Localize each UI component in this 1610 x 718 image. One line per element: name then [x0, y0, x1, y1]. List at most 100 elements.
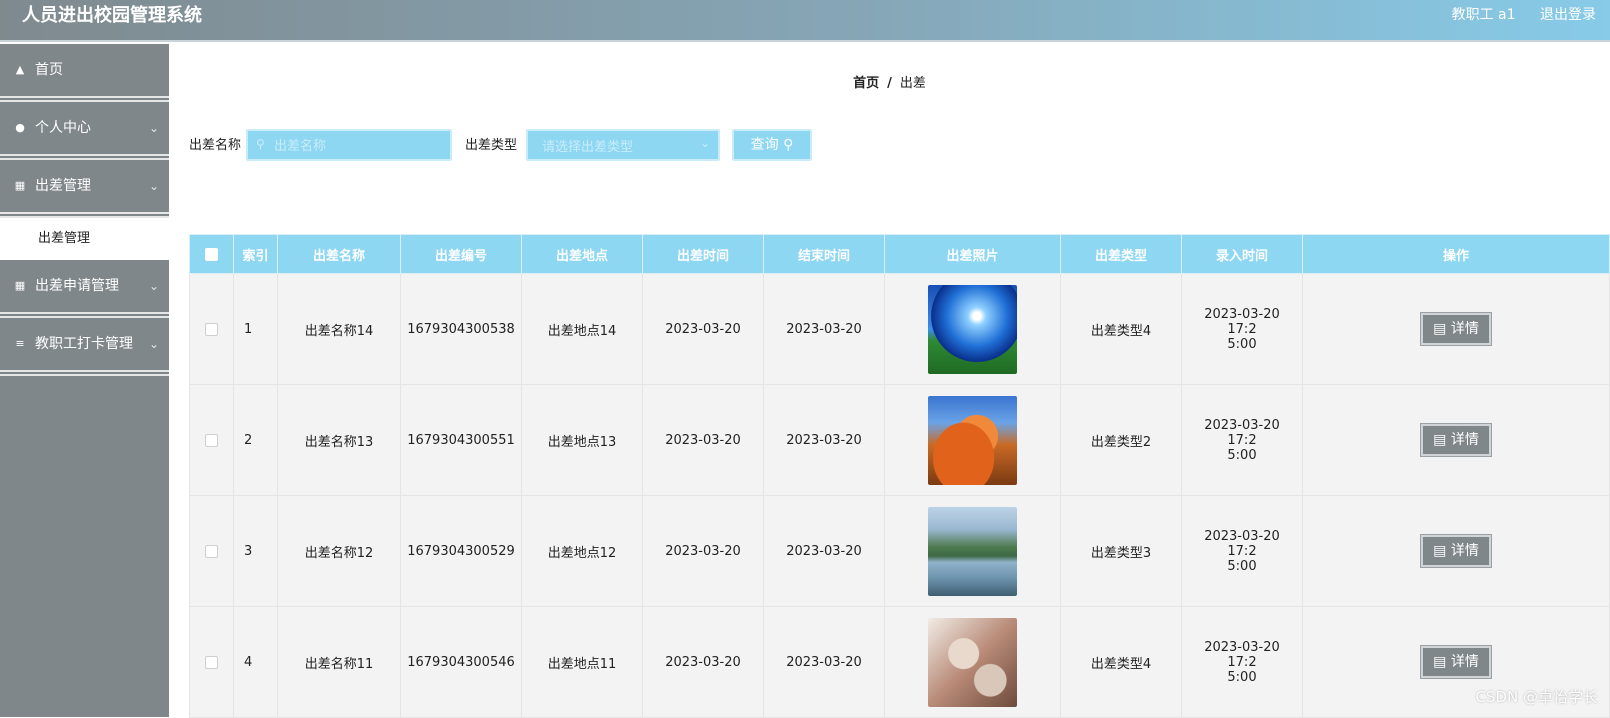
index-cell: 4 — [233, 606, 278, 718]
sidebar-item-trip-management[interactable]: ▦ 出差管理 ⌄ — [0, 160, 169, 218]
trip-type-select[interactable]: 请选择出差类型 ⌄ — [526, 129, 720, 161]
place-cell: 出差地点12 — [521, 495, 643, 607]
trip-photo[interactable] — [928, 506, 1017, 596]
current-user-label[interactable]: 教职工 a1 — [1452, 7, 1516, 23]
sidebar-item-trip-application[interactable]: ▦ 出差申请管理 ⌄ — [0, 260, 169, 318]
select-all-checkbox[interactable] — [205, 247, 218, 261]
table-row: 1 出差名称14 1679304300538 出差地点14 2023-03-20… — [189, 273, 1610, 385]
row-checkbox[interactable] — [205, 322, 218, 336]
document-icon: ▤ — [1433, 321, 1447, 337]
document-icon: ▤ — [1433, 432, 1447, 448]
column-header: 出差编号 — [400, 234, 522, 274]
table-row: 2 出差名称13 1679304300551 出差地点13 2023-03-20… — [189, 384, 1610, 496]
type-cell: 出差类型4 — [1060, 273, 1182, 385]
document-icon: ▤ — [1433, 654, 1447, 670]
chevron-down-icon: ⌄ — [148, 179, 159, 193]
breadcrumb-home[interactable]: 首页 — [853, 76, 879, 91]
column-header: 出差地点 — [521, 234, 643, 274]
index-cell: 1 — [233, 273, 278, 385]
select-all-cell[interactable] — [189, 234, 234, 274]
action-cell: ▤ 详情 — [1302, 273, 1610, 385]
place-cell: 出差地点13 — [521, 384, 643, 496]
search-icon: ⚲ — [783, 137, 794, 153]
submenu-item-trip-management[interactable]: 出差管理 — [0, 218, 169, 260]
column-header: 出差时间 — [642, 234, 764, 274]
start-date-cell: 2023-03-20 — [642, 384, 764, 496]
user-icon: ● — [15, 121, 25, 134]
row-checkbox[interactable] — [205, 544, 218, 558]
trip-name-search[interactable]: ⚲ — [246, 129, 452, 161]
name-cell: 出差名称11 — [277, 606, 401, 718]
entry-time-line1: 2023-03-20 17:2 — [1204, 306, 1280, 337]
trip-photo[interactable] — [928, 284, 1017, 374]
list-icon: ≡ — [15, 337, 25, 350]
detail-button[interactable]: ▤ 详情 — [1420, 534, 1492, 568]
detail-button-label: 详情 — [1450, 543, 1479, 559]
top-header: 人员进出校园管理系统 教职工 a1 退出登录 — [0, 0, 1610, 42]
detail-button-label: 详情 — [1450, 654, 1479, 670]
grid-icon: ▦ — [14, 179, 26, 192]
trip-type-label: 出差类型 — [465, 138, 518, 153]
sidebar-item-home[interactable]: ▲ 首页 — [0, 44, 169, 102]
home-icon: ▲ — [15, 63, 25, 76]
app-title: 人员进出校园管理系统 — [22, 5, 202, 26]
user-area: 教职工 a1 退出登录 — [1432, 0, 1596, 30]
column-header: 出差照片 — [884, 234, 1061, 274]
watermark: CSDN @卓怡学长 — [1475, 688, 1598, 706]
column-header: 索引 — [233, 234, 278, 274]
entry-time-line2: 5:00 — [1227, 669, 1257, 685]
chevron-down-icon: ⌄ — [148, 121, 159, 135]
code-cell: 1679304300538 — [400, 273, 522, 385]
table-row: 3 出差名称12 1679304300529 出差地点12 2023-03-20… — [189, 495, 1610, 607]
column-header: 结束时间 — [763, 234, 885, 274]
detail-button[interactable]: ▤ 详情 — [1420, 645, 1492, 679]
chevron-down-icon: ⌄ — [148, 337, 159, 351]
row-select-cell[interactable] — [189, 384, 234, 496]
chevron-down-icon: ⌄ — [699, 136, 710, 150]
entry-time-cell: 2023-03-20 17:2 5:00 — [1181, 384, 1303, 496]
query-button[interactable]: 查询 ⚲ — [732, 129, 812, 161]
column-header: 出差类型 — [1060, 234, 1182, 274]
row-checkbox[interactable] — [205, 433, 218, 447]
trip-photo[interactable] — [928, 617, 1017, 707]
main-content: 首页 / 出差 出差名称 ⚲ 出差类型 请选择出差类型 ⌄ 查询 ⚲ 索引 出差名称… — [169, 44, 1610, 718]
detail-button[interactable]: ▤ 详情 — [1420, 423, 1492, 457]
sidebar-item-staff-checkin[interactable]: ≡ 教职工打卡管理 ⌄ — [0, 318, 169, 376]
table-header-row: 索引 出差名称 出差编号 出差地点 出差时间 结束时间 出差照片 出差类型 录入… — [189, 234, 1610, 274]
photo-cell — [884, 273, 1061, 385]
row-select-cell[interactable] — [189, 273, 234, 385]
photo-cell — [884, 606, 1061, 718]
end-date-cell: 2023-03-20 — [763, 606, 885, 718]
entry-time-line1: 2023-03-20 17:2 — [1204, 639, 1280, 670]
trip-photo[interactable] — [928, 395, 1017, 485]
type-cell: 出差类型2 — [1060, 384, 1182, 496]
row-select-cell[interactable] — [189, 495, 234, 607]
name-cell: 出差名称13 — [277, 384, 401, 496]
logout-button[interactable]: 退出登录 — [1540, 7, 1596, 23]
row-checkbox[interactable] — [205, 655, 218, 669]
place-cell: 出差地点11 — [521, 606, 643, 718]
breadcrumb-current: 出差 — [899, 76, 926, 91]
action-cell: ▤ 详情 — [1302, 384, 1610, 496]
column-header: 出差名称 — [277, 234, 401, 274]
code-cell: 1679304300529 — [400, 495, 522, 607]
query-button-label: 查询 — [750, 137, 779, 153]
sidebar-item-profile[interactable]: ● 个人中心 ⌄ — [0, 102, 169, 160]
action-cell: ▤ 详情 — [1302, 495, 1610, 607]
breadcrumb: 首页 / 出差 — [169, 72, 1610, 91]
trip-type-placeholder: 请选择出差类型 — [542, 140, 634, 155]
name-cell: 出差名称14 — [277, 273, 401, 385]
type-cell: 出差类型4 — [1060, 606, 1182, 718]
sidebar-item-label: 教职工打卡管理 — [35, 336, 133, 352]
type-cell: 出差类型3 — [1060, 495, 1182, 607]
detail-button[interactable]: ▤ 详情 — [1420, 312, 1492, 346]
trip-name-input[interactable] — [272, 131, 448, 161]
sidebar-item-label: 出差申请管理 — [35, 278, 119, 294]
index-cell: 3 — [233, 495, 278, 607]
sidebar-item-label: 首页 — [35, 62, 63, 78]
sidebar-item-label: 个人中心 — [35, 120, 91, 136]
entry-time-line1: 2023-03-20 17:2 — [1204, 528, 1280, 559]
row-select-cell[interactable] — [189, 606, 234, 718]
index-cell: 2 — [233, 384, 278, 496]
code-cell: 1679304300546 — [400, 606, 522, 718]
